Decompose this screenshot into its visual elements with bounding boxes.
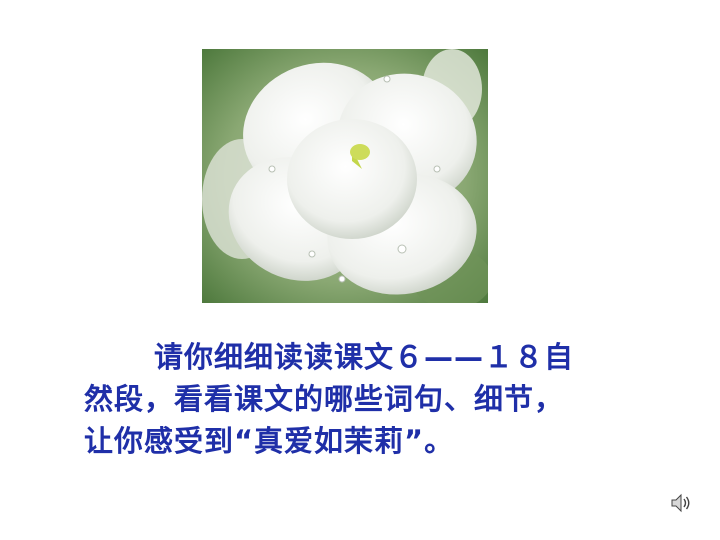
- prompt-line-1: 请你细细读读课文６——１８自: [154, 340, 575, 374]
- jasmine-flower-image: [202, 49, 488, 303]
- prompt-line-2: 然段，看看课文的哪些词句、细节，: [84, 382, 565, 416]
- jasmine-photo: [202, 49, 488, 303]
- speaker-icon[interactable]: [670, 492, 692, 514]
- prompt-text: 请你细细读读课文６——１８自 然段，看看课文的哪些词句、细节， 让你感受到“真爱…: [84, 336, 684, 462]
- prompt-line-3: 让你感受到“真爱如茉莉”。: [84, 424, 455, 458]
